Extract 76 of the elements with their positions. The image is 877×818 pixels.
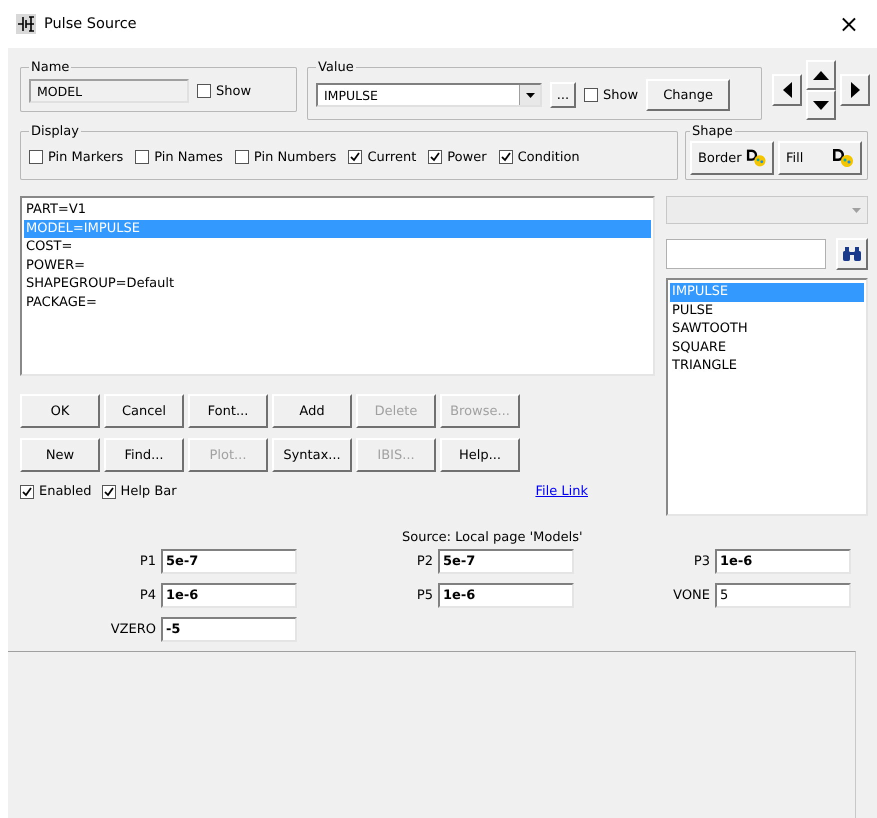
triangle-right-icon [848,81,862,99]
shape-style-icon [746,148,766,168]
triangle-up-icon [812,68,830,82]
shape-button[interactable]: Fill [778,141,862,175]
checkbox[interactable]: Show [197,84,252,98]
parameter-label: P2 [416,554,433,569]
model-item[interactable]: SAWTOOTH [670,320,864,338]
checkmark-icon [430,152,440,162]
checkmark-icon [500,152,511,162]
group-label: Name [30,60,70,75]
dialog-button[interactable]: Help... [440,438,520,472]
parameter-field[interactable]: 1e-6 [161,583,297,608]
parameter-field[interactable]: 5e-7 [438,549,574,574]
model-item[interactable]: SQUARE [670,338,864,357]
parameter-field[interactable]: 5 [715,583,851,608]
checkbox[interactable]: Condition [498,150,580,164]
checkbox[interactable]: Enabled [20,484,92,499]
dialog-button[interactable]: Add [272,394,352,428]
file-link[interactable]: File Link [535,484,588,499]
parameter-label: P5 [416,588,433,603]
parameter-label: VZERO [110,622,156,637]
attribute-item[interactable]: SHAPEGROUP=Default [24,275,651,294]
group-label: Value [317,60,355,75]
left-arrow-button[interactable] [772,74,802,106]
parameter-label: P1 [140,554,156,569]
triangle-down-icon [812,98,830,112]
source-symbol-icon [16,14,36,34]
parameter-label: P3 [694,554,710,569]
checkbox[interactable]: Pin Names [135,150,223,164]
browse-button[interactable]: ... [550,82,576,108]
checkmark-icon [104,486,114,496]
shape-button[interactable]: Border [690,141,774,175]
checkmark-icon [22,486,32,496]
checkbox[interactable]: Show [584,88,638,102]
checkbox[interactable]: Pin Numbers [234,150,336,164]
up-arrow-button[interactable] [806,60,836,90]
dialog-button[interactable]: Font... [188,394,268,428]
dialog-button[interactable]: OK [20,394,100,428]
checkbox[interactable]: Help Bar [102,484,177,499]
model-item[interactable]: PULSE [670,302,864,320]
parameter-label: P4 [140,588,156,603]
dropdown-arrow-icon [526,92,534,98]
window-title: Pulse Source [44,16,138,32]
parameter-field[interactable]: -5 [161,617,297,642]
parameter-field[interactable]: 5e-7 [161,549,297,574]
parameter-field[interactable]: 1e-6 [715,549,851,574]
dialog-button[interactable]: Find... [104,438,184,472]
checkbox[interactable]: Pin Markers [29,150,124,164]
checkbox[interactable]: Power [428,150,487,164]
change-button[interactable]: Change [646,79,730,111]
dropdown-arrow-icon [852,208,861,212]
dialog-button[interactable]: New [20,438,100,472]
triangle-left-icon [780,81,794,99]
model-item[interactable]: TRIANGLE [670,357,864,376]
checkbox[interactable]: Current [348,150,416,164]
attribute-item[interactable]: PACKAGE= [24,294,651,312]
right-arrow-button[interactable] [840,74,870,106]
parameter-label: VONE [673,588,710,603]
down-arrow-button[interactable] [806,90,836,120]
name-field[interactable]: MODEL [29,79,189,103]
group-label: Display [30,124,80,139]
attribute-item[interactable]: COST= [24,238,651,256]
shape-style-icon [832,148,854,168]
parameter-field[interactable]: 1e-6 [438,583,574,608]
attribute-item[interactable]: PART=V1 [24,201,651,220]
checkmark-icon [350,152,360,162]
source-label: Source: Local page 'Models' [402,530,584,545]
attribute-item[interactable]: POWER= [24,256,651,275]
search-field[interactable] [666,239,826,269]
binoculars-icon [842,246,862,262]
find-button[interactable] [836,238,868,270]
value-dropdown[interactable]: IMPULSE [316,83,542,107]
dialog-button[interactable]: Cancel [104,394,184,428]
dialog-button[interactable]: Syntax... [272,438,352,472]
close-button[interactable]: × [834,10,863,38]
group-label: Shape [691,124,734,139]
